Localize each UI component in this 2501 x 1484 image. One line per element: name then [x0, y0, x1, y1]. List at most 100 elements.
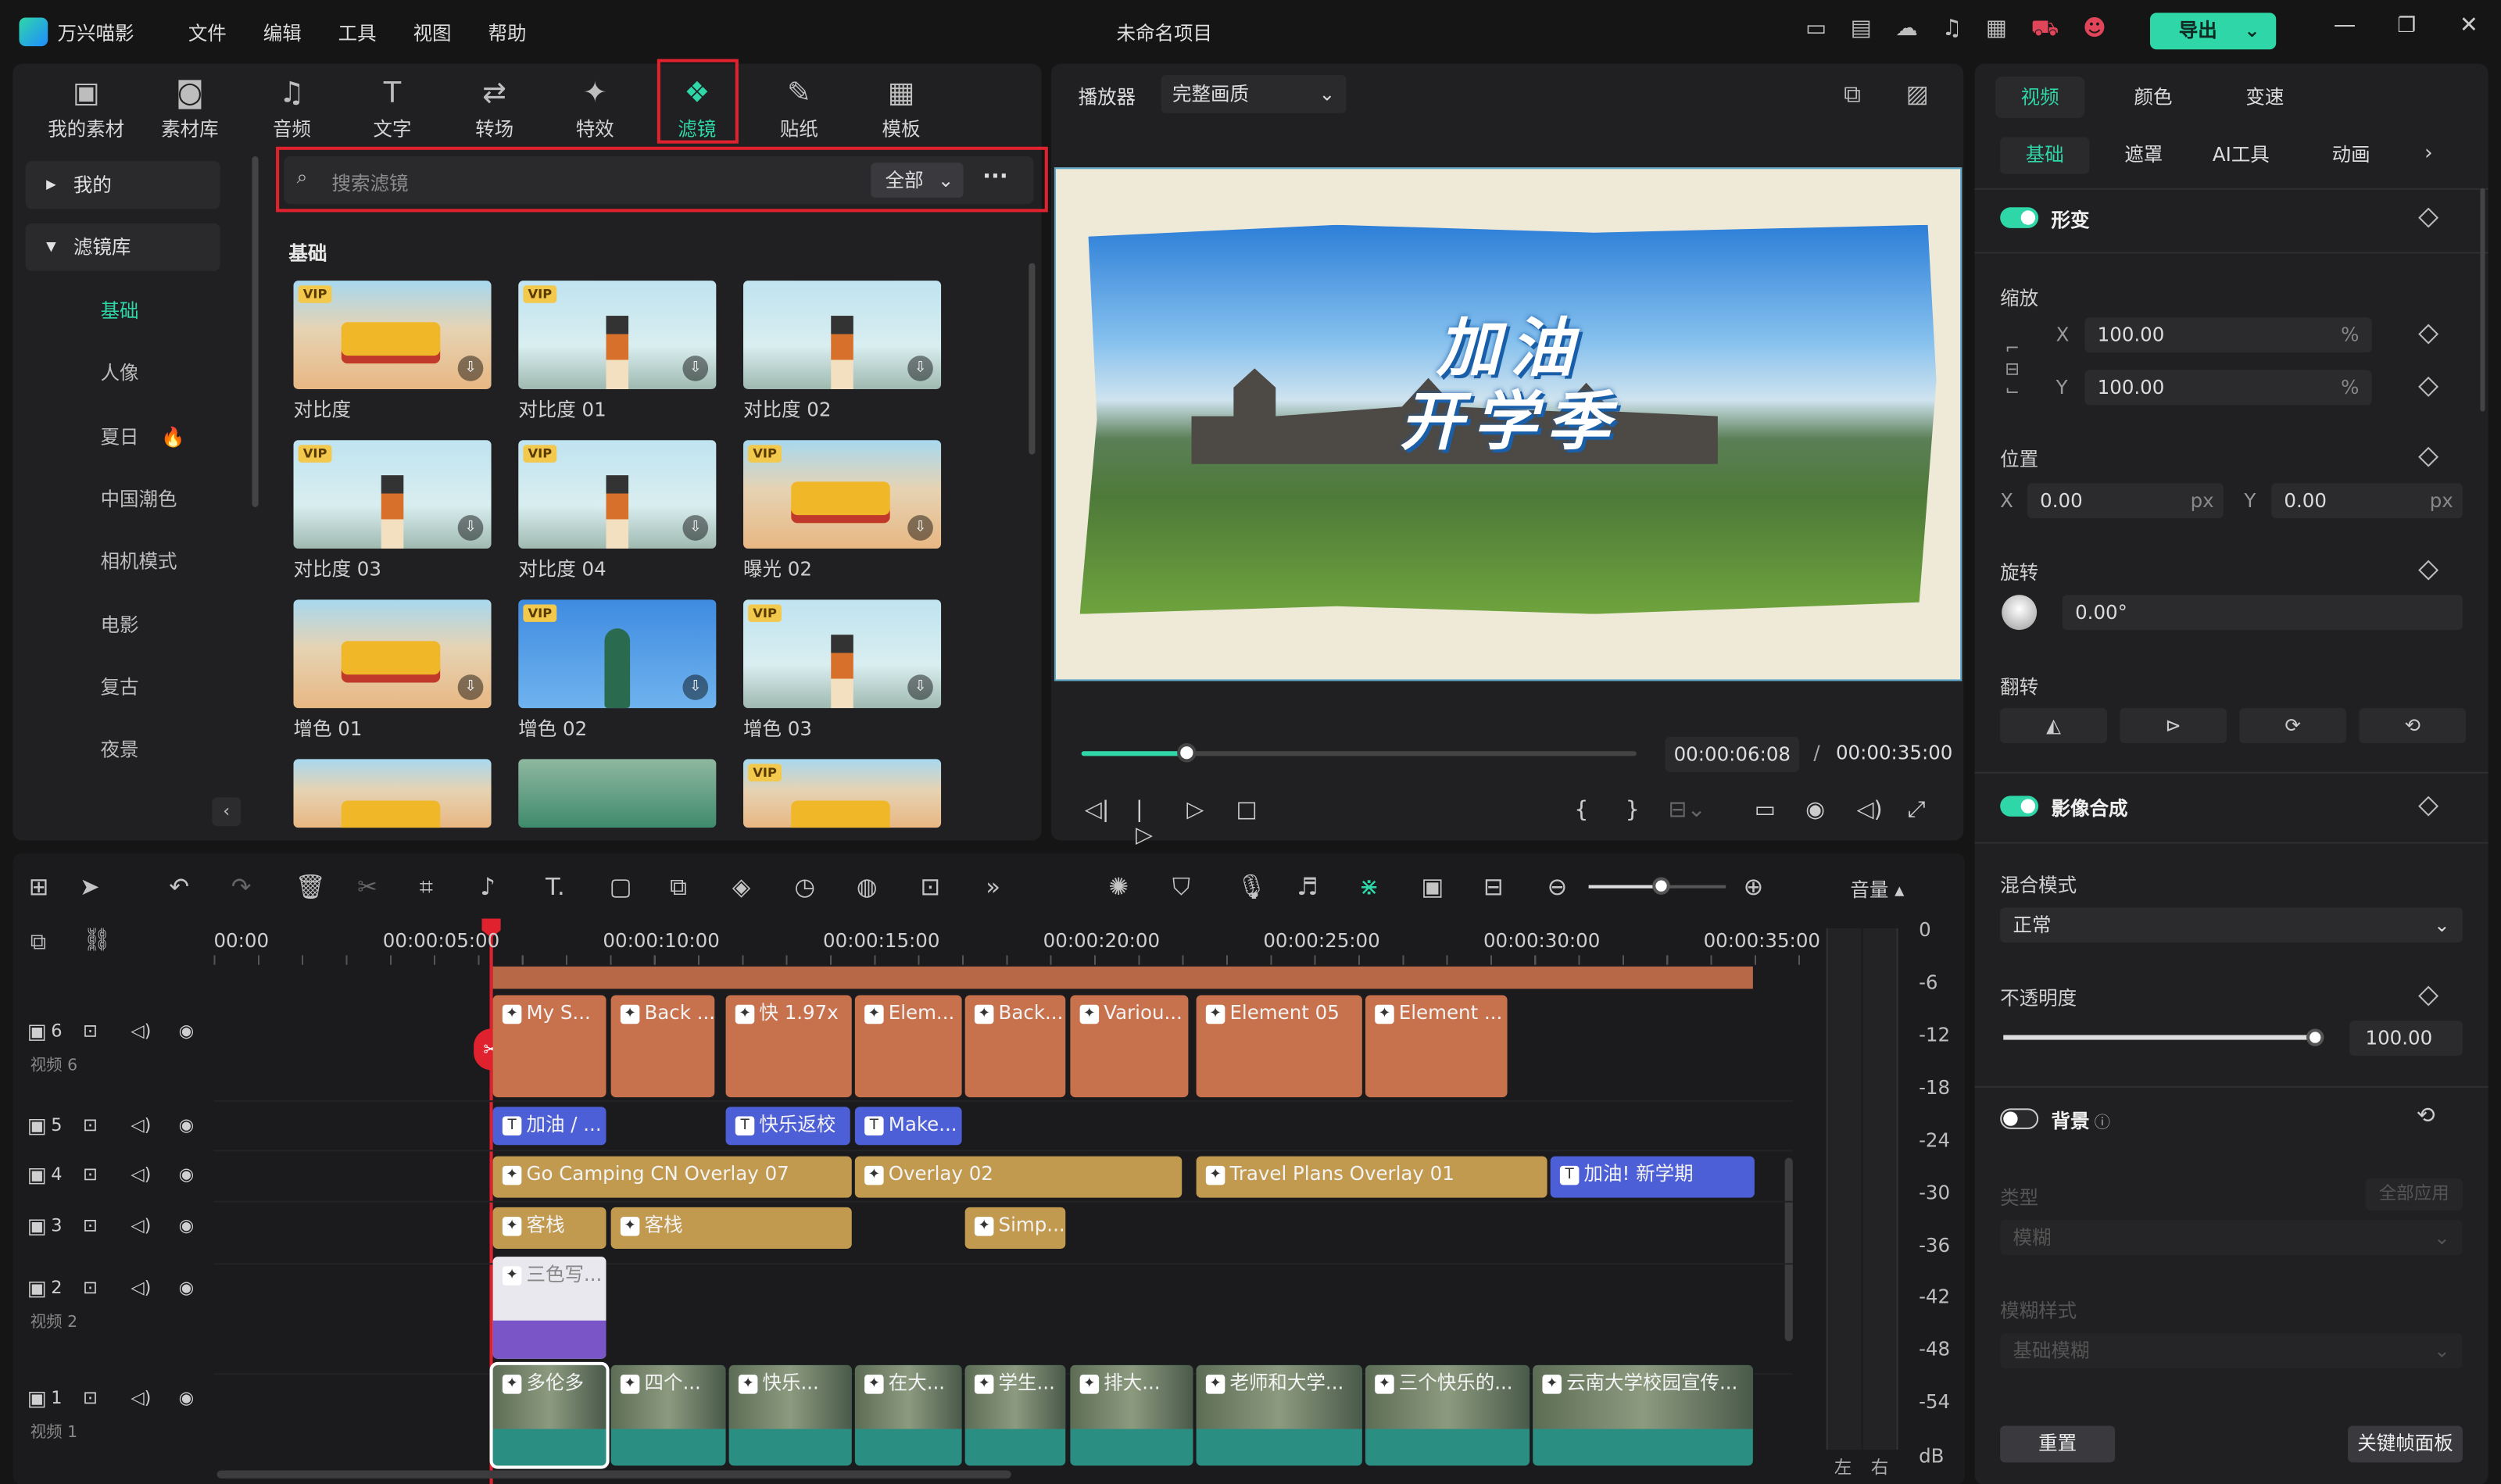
- download-icon[interactable]: ⇩: [682, 356, 709, 381]
- filter-card[interactable]: VIP ⇩ 增色 02: [518, 599, 717, 742]
- v4-overlay-clip[interactable]: ✦ Travel Plans Overlay 01: [1196, 1156, 1547, 1198]
- v5-title-clip[interactable]: T 加油 / ...: [492, 1107, 606, 1146]
- v1-video-clip[interactable]: ✦ 三个快乐的...: [1365, 1364, 1530, 1466]
- rotate-cw-button[interactable]: ⟳: [2239, 708, 2347, 744]
- filter-card[interactable]: VIP ⇩ 对比度 01: [518, 281, 717, 423]
- audio-icon[interactable]: ◁): [131, 1387, 151, 1408]
- filter-card[interactable]: ⇩ 对比度 02: [743, 281, 942, 423]
- eye-icon[interactable]: ◉: [179, 1278, 195, 1299]
- menu-item[interactable]: 编辑: [263, 19, 302, 46]
- headset-icon[interactable]: ♫: [1942, 16, 1986, 41]
- next-frame-icon[interactable]: |▷: [1136, 797, 1153, 848]
- minimize-icon[interactable]: —: [2334, 13, 2356, 38]
- lock-icon[interactable]: ⊡: [83, 1164, 98, 1185]
- volume-label[interactable]: 音量 ▴: [1850, 875, 1904, 903]
- download-icon[interactable]: ⇩: [907, 356, 933, 381]
- shape-icon[interactable]: ▢: [610, 872, 632, 901]
- blur-style-select[interactable]: 基础模糊 ⌄: [2000, 1333, 2463, 1369]
- audio-icon[interactable]: ◁): [131, 1215, 151, 1236]
- v6-clip[interactable]: ✦ My S...: [492, 995, 606, 1098]
- sidebar-item[interactable]: 基础: [26, 287, 220, 334]
- user-icon[interactable]: ☻: [2083, 16, 2130, 41]
- replace-icon[interactable]: ⧉: [670, 872, 687, 901]
- download-icon[interactable]: ⇩: [682, 674, 709, 700]
- toolbar-library[interactable]: ◙ 素材库: [142, 77, 238, 142]
- search-input[interactable]: 搜索滤镜: [331, 169, 408, 196]
- sidebar-item[interactable]: 中国潮色: [26, 475, 220, 523]
- blend-select[interactable]: 正常 ⌄: [2000, 907, 2463, 943]
- properties-tab[interactable]: 颜色: [2109, 77, 2198, 118]
- v6-clip[interactable]: ✦ 快 1.97x: [725, 995, 852, 1098]
- snapshot-compare-icon[interactable]: ⧉: [1844, 80, 1861, 109]
- rotate-ccw-button[interactable]: ⟲: [2359, 708, 2467, 744]
- v6-clip[interactable]: ✦ Back...: [964, 995, 1066, 1098]
- lock-icon[interactable]: ⊡: [83, 1387, 98, 1408]
- properties-scrollbar[interactable]: [2480, 188, 2485, 412]
- undo-icon[interactable]: ↶: [169, 872, 189, 901]
- audio-edit-icon[interactable]: ♪: [480, 872, 496, 901]
- audio-icon[interactable]: ◁): [131, 1278, 151, 1299]
- v4-overlay-clip[interactable]: T 加油! 新学期: [1550, 1156, 1755, 1198]
- cart-icon[interactable]: ⛟: [2030, 16, 2083, 41]
- sidebar-group[interactable]: ▼ 滤镜库: [25, 223, 220, 271]
- v6-clip[interactable]: ✦ Element 05: [1196, 995, 1362, 1098]
- background-toggle[interactable]: [2000, 1108, 2039, 1129]
- image-icon[interactable]: ▨: [1906, 80, 1929, 109]
- opacity-field[interactable]: 100.00: [2349, 1021, 2463, 1057]
- opacity-slider[interactable]: [2003, 1035, 2317, 1040]
- link-tracks-icon[interactable]: ⛓: [83, 928, 111, 954]
- download-icon[interactable]: ⇩: [682, 515, 709, 541]
- filter-card[interactable]: [518, 759, 717, 828]
- v1-video-clip[interactable]: ✦ 学生...: [964, 1364, 1066, 1466]
- eye-icon[interactable]: ◉: [179, 1115, 195, 1136]
- eye-icon[interactable]: ◉: [179, 1164, 195, 1185]
- sidebar-item[interactable]: 人像: [26, 350, 220, 398]
- save-icon[interactable]: ▤: [1851, 16, 1896, 41]
- display-icon[interactable]: ▭: [1755, 797, 1776, 823]
- more-options-icon[interactable]: ···: [982, 164, 1008, 190]
- marker-icon[interactable]: ⛉: [1172, 872, 1190, 901]
- filter-card[interactable]: VIP ⇩ 增色 03: [743, 599, 942, 742]
- timeline-h-scrollbar[interactable]: [216, 1470, 1011, 1479]
- fit-icon[interactable]: ⊟: [1483, 872, 1504, 901]
- text-tool-icon[interactable]: T.: [546, 872, 565, 901]
- v2-image-clip[interactable]: ✦ 三色写...: [492, 1257, 606, 1359]
- grid-scrollbar[interactable]: [1029, 263, 1036, 455]
- sidebar-item[interactable]: 复古: [26, 663, 220, 711]
- v3-overlay-clip[interactable]: ✦ 客栈: [492, 1207, 606, 1249]
- zoom-in-icon[interactable]: ⊕: [1744, 872, 1764, 901]
- download-icon[interactable]: ⇩: [457, 515, 484, 541]
- filter-card[interactable]: VIP ⇩ 对比度: [293, 281, 492, 423]
- insert-icon[interactable]: ⊟⌄: [1669, 797, 1706, 823]
- filter-card[interactable]: ⇩ 增色 01: [293, 599, 492, 742]
- filter-card[interactable]: [293, 759, 492, 828]
- prev-frame-icon[interactable]: ◁|: [1085, 797, 1110, 823]
- v1-video-clip[interactable]: ✦ 在大...: [854, 1364, 962, 1466]
- filter-card[interactable]: VIP ⇩ 对比度 03: [293, 440, 492, 582]
- restore-icon[interactable]: ❐: [2397, 14, 2416, 38]
- v5-title-clip[interactable]: T 快乐返校: [725, 1107, 850, 1146]
- toolbar-effects[interactable]: ✦ 特效: [547, 77, 642, 142]
- v1-video-clip[interactable]: ✦ 排大...: [1070, 1364, 1193, 1466]
- toolbar-my-assets[interactable]: ▣ 我的素材: [38, 77, 134, 142]
- eye-icon[interactable]: ◉: [179, 1215, 195, 1236]
- rotate-dial[interactable]: [2002, 595, 2038, 631]
- filter-card[interactable]: VIP ⇩ 曝光 02: [743, 440, 942, 582]
- zoom-out-icon[interactable]: ⊖: [1547, 872, 1568, 901]
- eye-icon[interactable]: ◉: [179, 1387, 195, 1408]
- help-icon[interactable]: ⓘ: [2095, 1108, 2110, 1132]
- playback-handle[interactable]: [1177, 743, 1197, 763]
- menu-item[interactable]: 工具: [338, 19, 377, 46]
- toolbar-transition[interactable]: ⇄ 转场: [446, 77, 542, 142]
- v6-clip[interactable]: ✦ Element ...: [1365, 995, 1508, 1098]
- close-icon[interactable]: ✕: [2460, 13, 2478, 38]
- palette-icon[interactable]: ◍: [857, 872, 878, 901]
- volume-icon[interactable]: ◁): [1856, 797, 1882, 823]
- sidebar-scrollbar[interactable]: [252, 156, 259, 507]
- sidebar-item[interactable]: 夏日 🔥: [26, 413, 220, 460]
- snap-icon[interactable]: ⋇: [1359, 872, 1379, 901]
- sidebar-item[interactable]: 电影: [26, 600, 220, 648]
- v1-video-clip[interactable]: ✦ 四个...: [610, 1364, 726, 1466]
- menu-item[interactable]: 文件: [188, 19, 227, 46]
- v3-overlay-clip[interactable]: ✦ 客栈: [610, 1207, 852, 1249]
